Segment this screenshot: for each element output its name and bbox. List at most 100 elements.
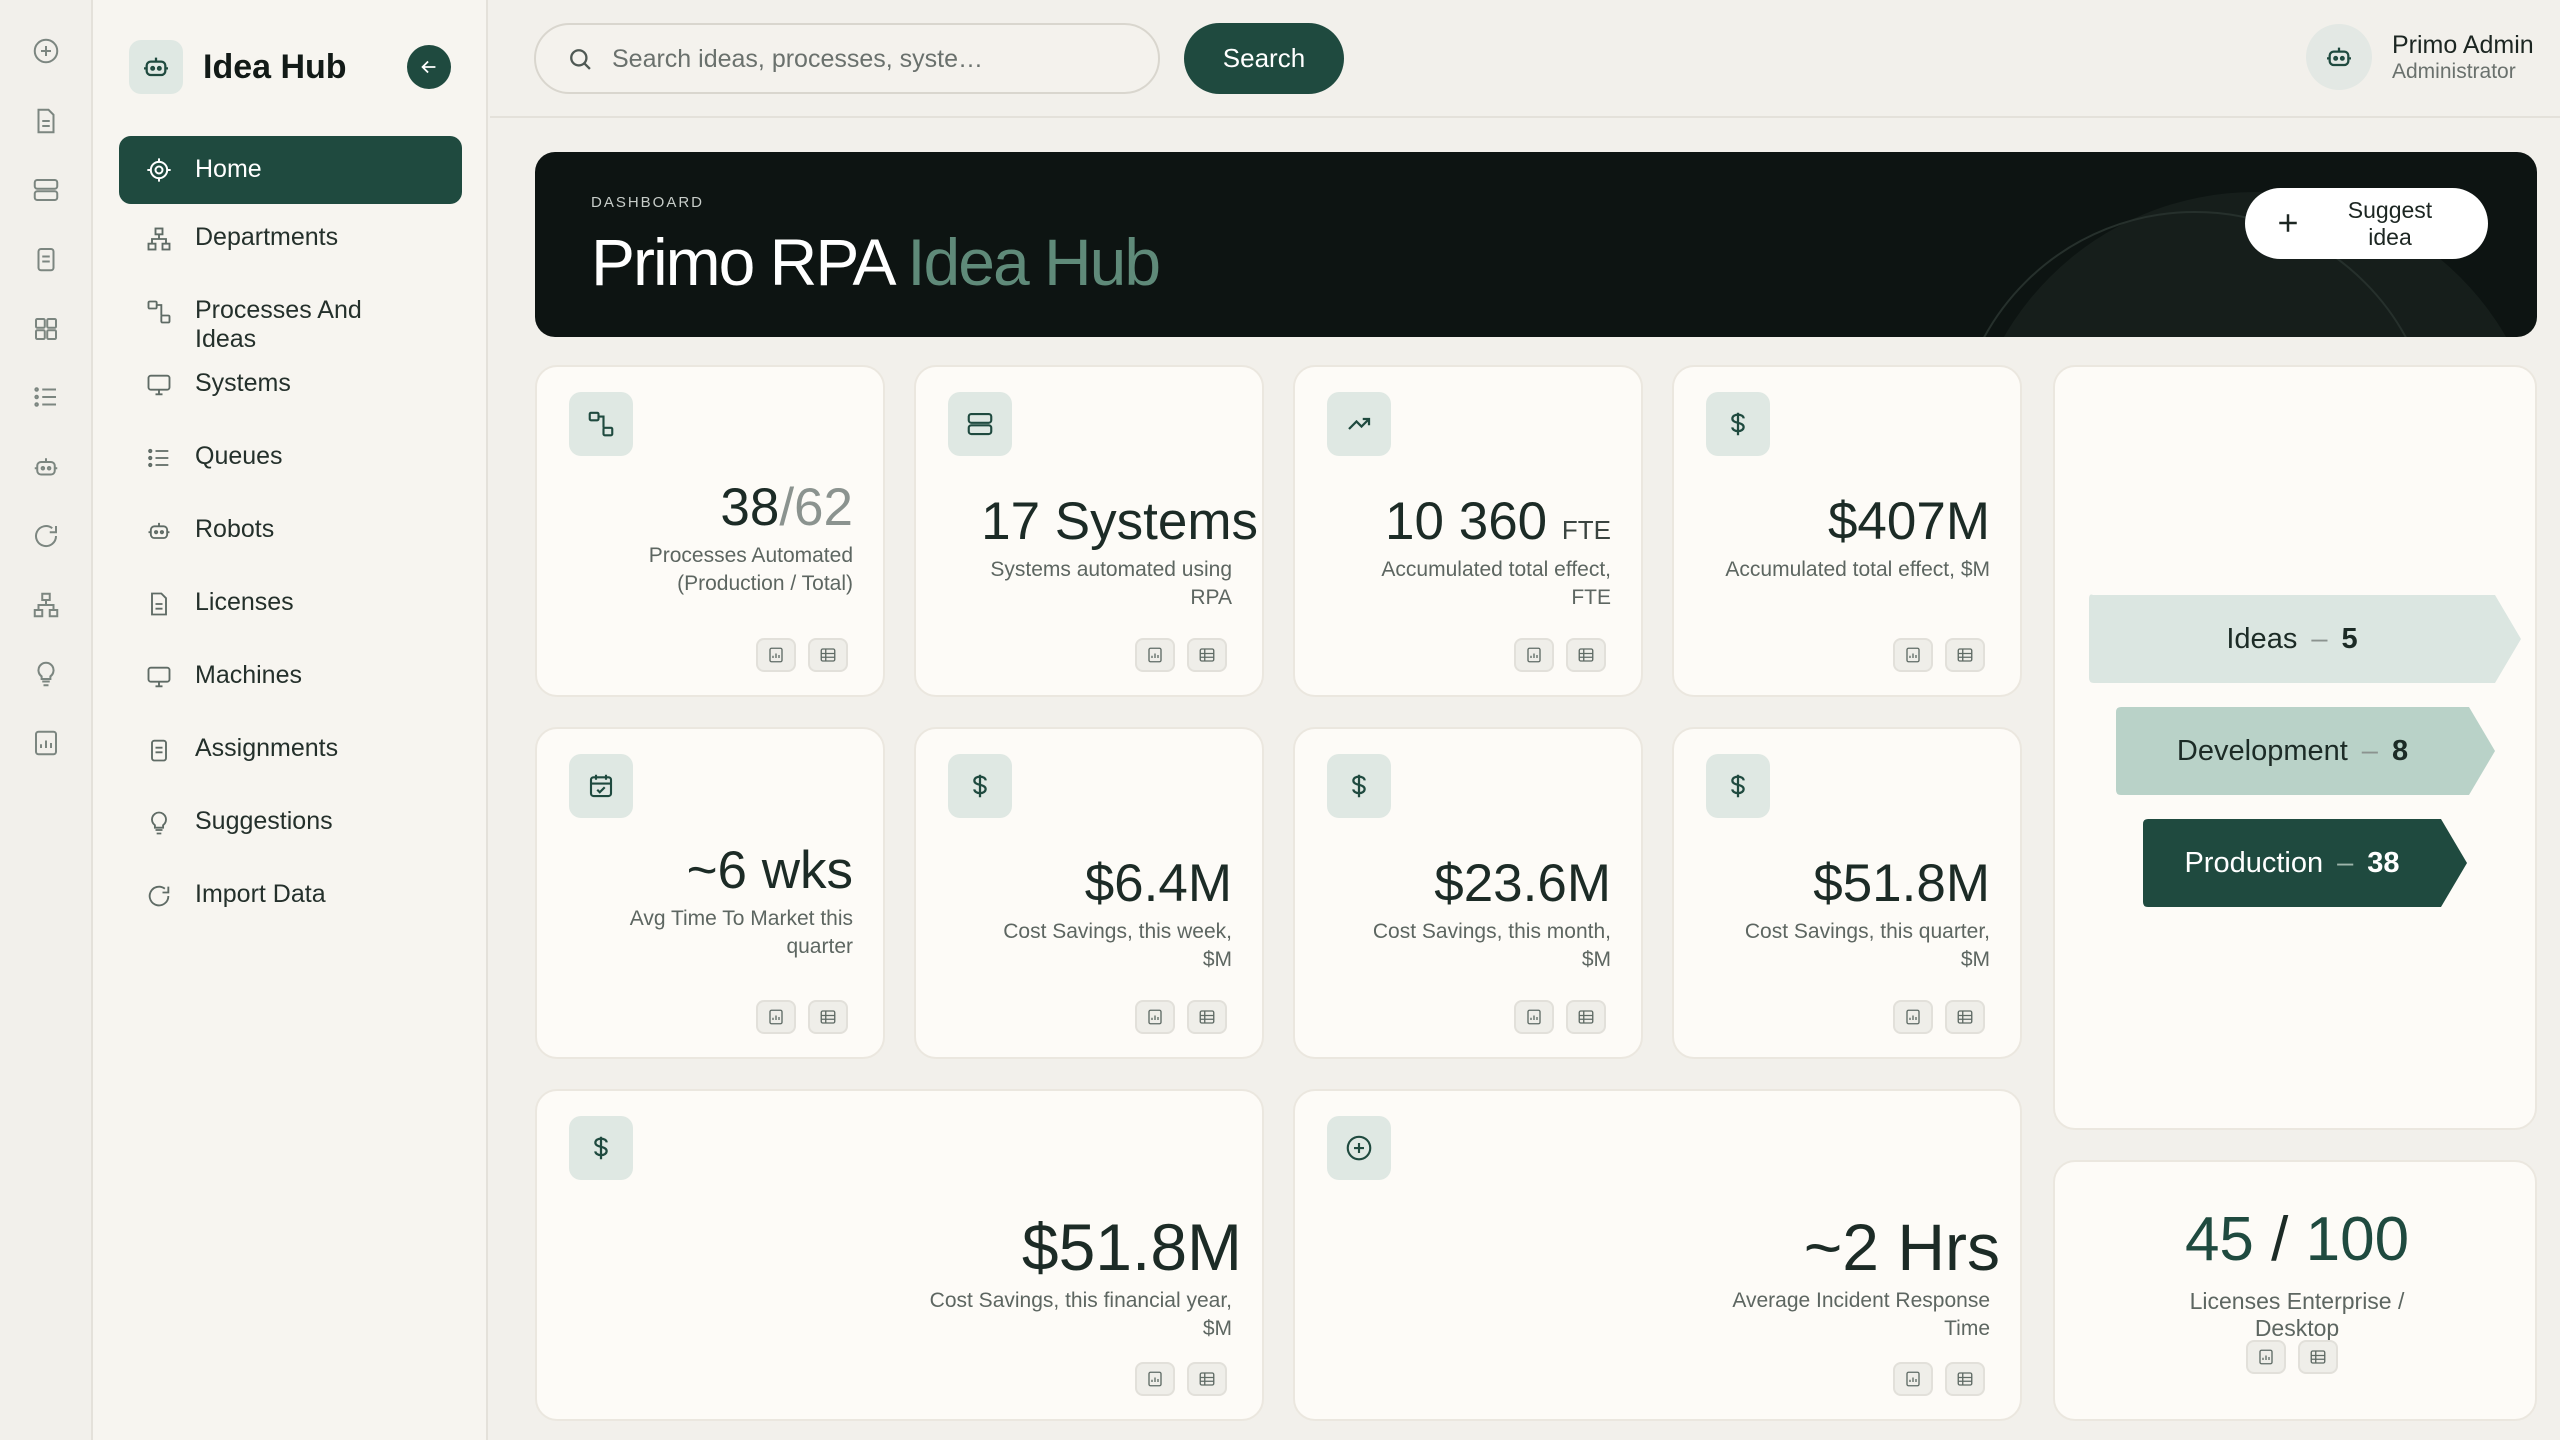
lightbulb-icon[interactable] bbox=[27, 655, 65, 693]
plus-circle-icon[interactable] bbox=[27, 32, 65, 70]
table-view-button[interactable] bbox=[1187, 1362, 1227, 1396]
kpi-description: Systems automated using RPA bbox=[990, 558, 1232, 609]
search-button[interactable]: Search bbox=[1184, 23, 1344, 94]
table-view-button[interactable] bbox=[1187, 638, 1227, 672]
kpi-description: Cost Savings, this week, $M bbox=[1003, 920, 1232, 971]
kpi-card-total-effect: $407M Accumulated total effect, $M bbox=[1672, 365, 2022, 697]
user-name: Primo Admin bbox=[2392, 31, 2534, 59]
table-view-button[interactable] bbox=[1945, 1362, 1985, 1396]
sidebar-item-robots[interactable]: Robots bbox=[119, 501, 462, 559]
kpi-value: 38/62 bbox=[720, 478, 853, 537]
table-view-button[interactable] bbox=[1566, 1000, 1606, 1034]
chart-view-button[interactable] bbox=[1514, 1000, 1554, 1034]
sidebar-item-label: Suggestions bbox=[195, 807, 333, 835]
sidebar-item-label: Machines bbox=[195, 661, 302, 689]
chart-view-button[interactable] bbox=[1893, 638, 1933, 672]
page-title-main: Primo RPA bbox=[591, 225, 893, 299]
list-icon[interactable] bbox=[27, 378, 65, 416]
chart-view-button[interactable] bbox=[756, 638, 796, 672]
hierarchy-icon[interactable] bbox=[27, 586, 65, 624]
table-view-button[interactable] bbox=[1187, 1000, 1227, 1034]
pipeline-stage-count: 5 bbox=[2341, 622, 2358, 655]
search-input[interactable] bbox=[612, 39, 1132, 79]
user-menu[interactable]: Primo Admin Administrator bbox=[2306, 24, 2534, 90]
chart-view-button[interactable] bbox=[1135, 1000, 1175, 1034]
refresh-icon[interactable] bbox=[27, 517, 65, 555]
kpi-value: $407M bbox=[1827, 492, 1990, 551]
sidebar-item-departments[interactable]: Departments bbox=[119, 209, 462, 267]
sidebar-item-label: Departments bbox=[195, 223, 339, 251]
chart-view-button[interactable] bbox=[1893, 1362, 1933, 1396]
card-actions bbox=[1514, 1000, 1606, 1034]
brand: Idea Hub bbox=[129, 40, 347, 94]
page-title: Primo RPA Idea Hub bbox=[591, 222, 1161, 302]
robot-icon[interactable] bbox=[27, 448, 65, 486]
plus-icon bbox=[2273, 208, 2303, 238]
sidebar-item-machines[interactable]: Machines bbox=[119, 647, 462, 705]
grid-icon[interactable] bbox=[27, 310, 65, 348]
search-box bbox=[534, 23, 1160, 94]
kpi-card-systems: 17 Systems Systems automated using RPA bbox=[914, 365, 1264, 697]
pipeline-stage-development[interactable]: Development –8 bbox=[2116, 707, 2469, 795]
pipeline-stage-count: 8 bbox=[2391, 734, 2409, 767]
kpi-card-savings-month: $23.6M Cost Savings, this month, $M bbox=[1293, 727, 1643, 1059]
robot-icon bbox=[129, 40, 183, 94]
avatar[interactable] bbox=[2306, 24, 2372, 90]
card-actions bbox=[1893, 1362, 1985, 1396]
sidebar-item-processes-and-ideas[interactable]: Processes And Ideas bbox=[119, 282, 462, 353]
licenses-value: 45 / 100 bbox=[2184, 1205, 2410, 1274]
kpi-card-time-to-market: ~6 wks Avg Time To Market this quarter bbox=[535, 727, 885, 1059]
document-icon bbox=[143, 588, 175, 620]
sidebar-item-licenses[interactable]: Licenses bbox=[119, 574, 462, 632]
server-icon[interactable] bbox=[27, 171, 65, 209]
table-view-button[interactable] bbox=[1945, 638, 1985, 672]
hero-eyebrow: DASHBOARD bbox=[591, 194, 705, 211]
chart-view-button[interactable] bbox=[756, 1000, 796, 1034]
table-view-button[interactable] bbox=[808, 1000, 848, 1034]
kpi-value: $51.8M bbox=[1021, 1210, 1242, 1284]
chart-view-button[interactable] bbox=[1135, 638, 1175, 672]
pipeline-stage-ideas[interactable]: Ideas –5 bbox=[2089, 595, 2495, 683]
monitor-icon bbox=[143, 661, 175, 693]
sidebar-item-queues[interactable]: Queues bbox=[119, 428, 462, 486]
sidebar-item-label: Import Data bbox=[195, 880, 326, 908]
kpi-description: Cost Savings, this month, $M bbox=[1372, 920, 1611, 971]
dollar-icon bbox=[1706, 392, 1770, 456]
card-actions bbox=[756, 638, 848, 672]
licenses-description: Licenses Enterprise / Desktop bbox=[2189, 1288, 2405, 1341]
sidebar-item-home[interactable]: Home bbox=[119, 136, 462, 204]
sidebar-item-import-data[interactable]: Import Data bbox=[119, 866, 462, 924]
kpi-value: $6.4M bbox=[1084, 854, 1232, 913]
kpi-description: Avg Time To Market this quarter bbox=[629, 907, 853, 958]
table-view-button[interactable] bbox=[1566, 638, 1606, 672]
pipeline-card: Ideas –5 Development –8 Production –38 bbox=[2053, 365, 2537, 1130]
sidebar-item-label: Robots bbox=[195, 515, 275, 543]
chart-icon[interactable] bbox=[27, 724, 65, 762]
chart-view-button[interactable] bbox=[2246, 1340, 2286, 1374]
user-role: Administrator bbox=[2392, 60, 2516, 83]
plus-circle-icon bbox=[1327, 1116, 1391, 1180]
kpi-description: Accumulated total effect, $M bbox=[1725, 558, 1990, 581]
sidebar-item-assignments[interactable]: Assignments bbox=[119, 720, 462, 778]
clipboard-icon[interactable] bbox=[27, 240, 65, 278]
pipeline-stage-label: Development bbox=[2176, 734, 2348, 767]
target-icon bbox=[143, 154, 175, 186]
suggest-idea-button[interactable]: Suggest idea bbox=[2245, 188, 2488, 259]
topbar: Search Primo Admin Administrator bbox=[490, 0, 2560, 118]
suggest-idea-label: Suggest idea bbox=[2347, 196, 2433, 250]
process-icon bbox=[143, 296, 175, 328]
refresh-icon bbox=[143, 880, 175, 912]
process-icon bbox=[569, 392, 633, 456]
table-view-button[interactable] bbox=[808, 638, 848, 672]
sidebar-item-suggestions[interactable]: Suggestions bbox=[119, 793, 462, 851]
table-view-button[interactable] bbox=[1945, 1000, 1985, 1034]
chart-view-button[interactable] bbox=[1893, 1000, 1933, 1034]
table-view-button[interactable] bbox=[2298, 1340, 2338, 1374]
chart-view-button[interactable] bbox=[1514, 638, 1554, 672]
sidebar-item-label: Queues bbox=[195, 442, 283, 470]
sidebar-item-systems[interactable]: Systems bbox=[119, 355, 462, 413]
chart-view-button[interactable] bbox=[1135, 1362, 1175, 1396]
collapse-sidebar-button[interactable] bbox=[407, 45, 451, 89]
document-icon[interactable] bbox=[27, 102, 65, 140]
pipeline-stage-production[interactable]: Production –38 bbox=[2143, 819, 2441, 907]
